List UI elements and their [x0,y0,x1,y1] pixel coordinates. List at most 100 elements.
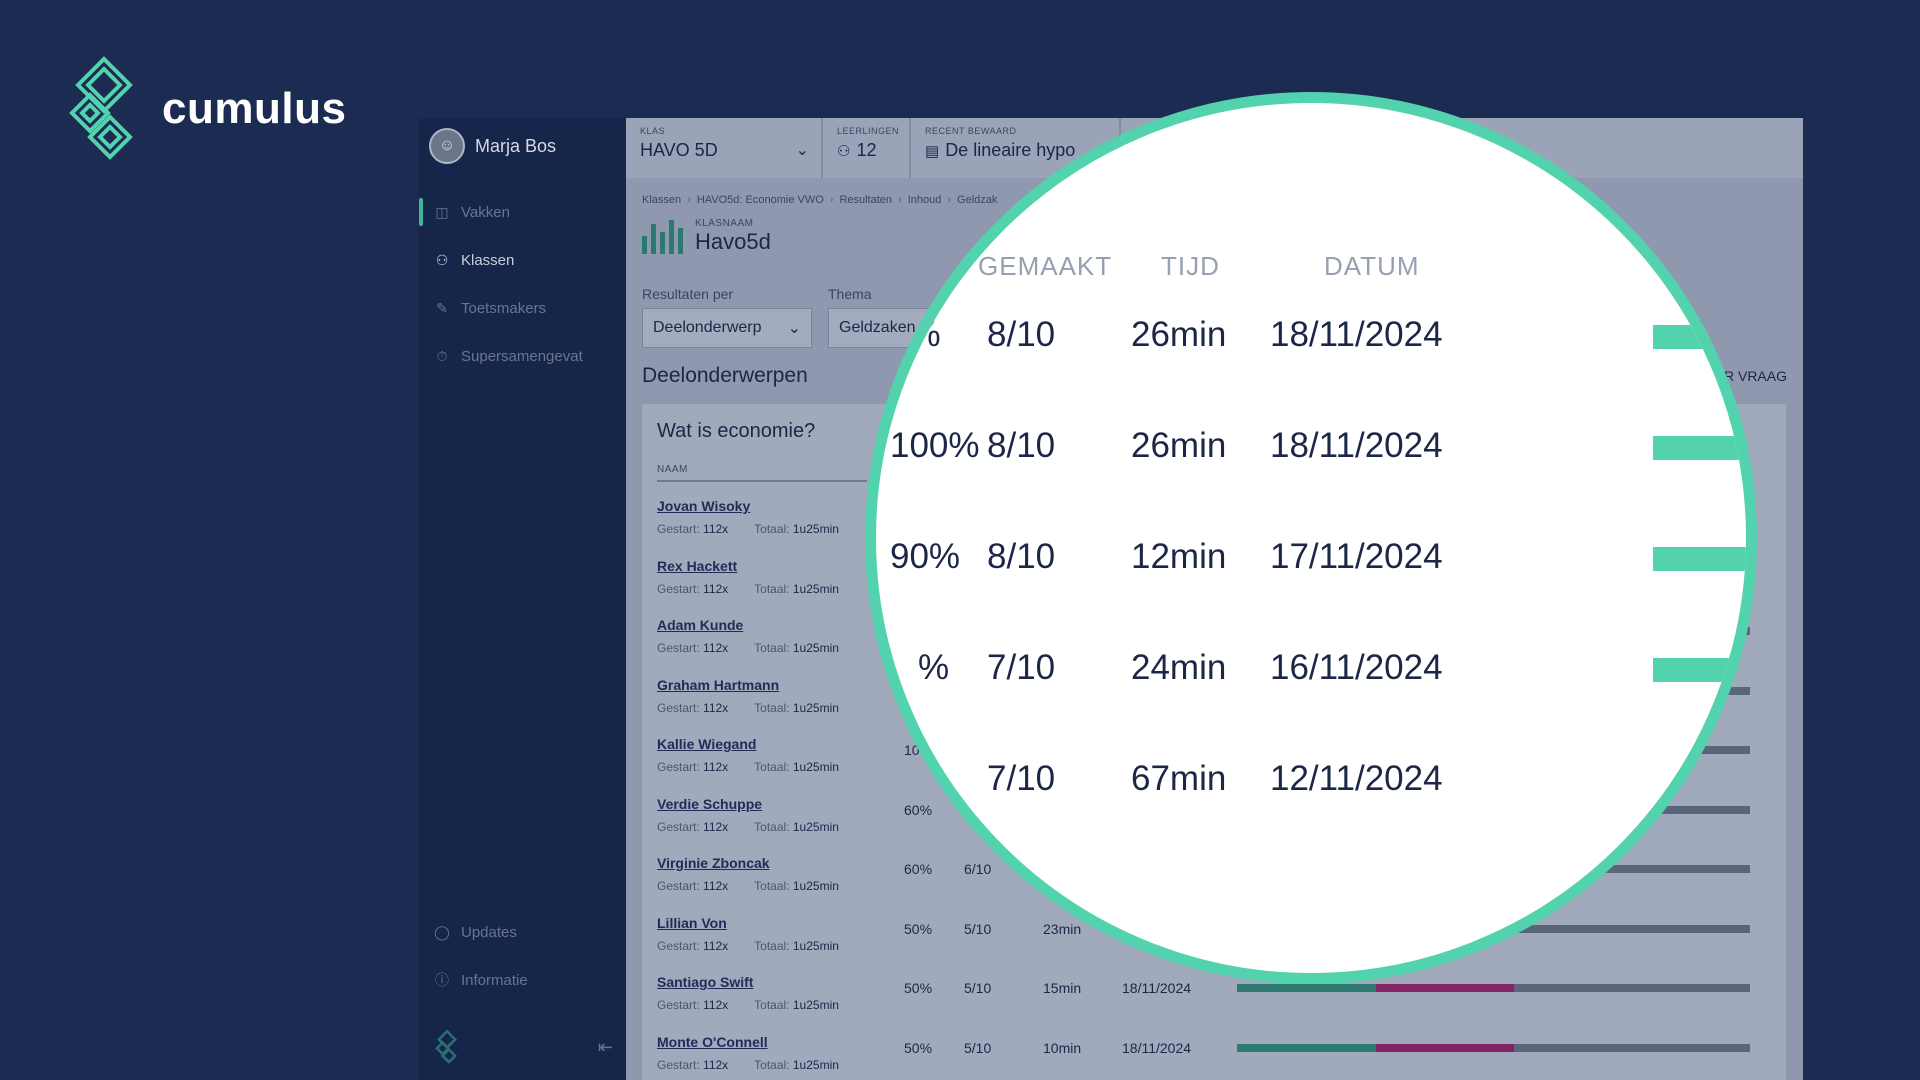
totaal-meta: Totaal: 1u25min [754,522,839,536]
time-spent: 10min [1043,1039,1082,1056]
class-header: KLASNAAM Havo5d [642,218,771,255]
user-name: Marja Bos [475,135,557,156]
totaal-meta: Totaal: 1u25min [754,938,839,953]
gestart-meta: Gestart: 112x [657,1057,729,1072]
gestart-meta: Gestart: 112x [657,760,729,774]
student-name-link[interactable]: Lillian Von [657,915,727,931]
card-title: Wat is economie? [657,420,816,442]
sidebar-footer: ⇤ [433,1030,613,1064]
info-icon: ⓘ [435,972,449,988]
gestart-meta: Gestart: 112x [657,522,729,536]
student-name-link[interactable]: Monte O'Connell [657,1034,768,1050]
progress-wrong-segment [1375,984,1514,992]
totaal-meta: Totaal: 1u25min [754,998,839,1012]
cumulus-small-logo-icon [435,1030,457,1064]
sidebar-item-label: Vakken [461,203,510,221]
gestart-meta: Gestart: 112x [657,938,729,953]
breadcrumb-item[interactable]: Klassen [642,194,681,206]
column-header-gemaakt: GEMAAKT [978,251,1113,281]
column-header-tijd: TIJD [1161,251,1220,281]
progress-correct-segment [1237,984,1376,992]
student-meta: Gestart: 112x Totaal: 1u25min [657,820,839,834]
student-name-link[interactable]: Rex Hackett [657,558,737,574]
resultaten-select[interactable]: Deelonderwerp ⌄ [642,308,812,348]
magnified-row: 90% 8/10 12min 17/11/2024 [876,537,1746,597]
totaal-meta: Totaal: 1u25min [754,581,839,596]
student-meta: Gestart: 112x Totaal: 1u25min [657,522,839,536]
totaal-meta: Totaal: 1u25min [754,641,839,655]
gestart-meta: Gestart: 112x [657,641,729,655]
magnified-percent: 0% [890,315,941,354]
cumulus-logo-icon [69,56,133,160]
magnified-row: 0% 8/10 26min 18/11/2024 [876,315,1746,375]
student-name-link[interactable]: Verdie Schuppe [657,796,762,812]
magnified-percent: 100% [890,426,980,465]
student-name-link[interactable]: Virginie Zboncak [657,855,770,871]
magnified-time: 67min [1131,759,1227,798]
student-meta: Gestart: 112x Totaal: 1u25min [657,760,839,774]
student-name-link[interactable]: Kallie Wiegand [657,736,756,752]
student-name-link[interactable]: Santiago Swift [657,974,753,990]
totaal-meta: Totaal: 1u25min [754,1057,839,1072]
student-name-link[interactable]: Graham Hartmann [657,677,779,693]
sidebar-item-toetsmakers[interactable]: ✎ Toetsmakers [419,284,626,332]
breadcrumb-separator-icon: › [829,194,834,206]
klas-selector[interactable]: KLAS HAVO 5D ⌄ [626,118,823,178]
date: 18/11/2024 [1122,980,1192,996]
brand-name: cumulus [162,84,347,133]
sidebar-nav: ◫ Vakken ⚇ Klassen ✎ Toetsmakers ⏱ Super… [419,188,626,380]
breadcrumb-item[interactable]: HAVO5d: Economie VWO [697,194,824,206]
leerlingen-value: 12 [856,140,877,160]
sidebar-item-klassen[interactable]: ⚇ Klassen [419,236,626,284]
sidebar-bottom-nav: ◯ Updates ⓘ Informatie [419,908,626,1004]
class-label: KLASNAAM [695,218,754,229]
progress-bar [1237,984,1750,992]
gestart-meta: Gestart: 112x [657,819,729,834]
magnified-date: 12/11/2024 [1270,759,1443,798]
progress-correct-segment [1237,1043,1376,1052]
sidebar-item-label: Toetsmakers [461,299,547,317]
magnified-made: 7/10 [987,759,1056,798]
user-profile[interactable]: ☺ Marja Bos [429,128,556,164]
active-indicator [419,198,423,226]
gestart-meta: Gestart: 112x [657,998,729,1012]
time-spent: 15min [1043,980,1082,996]
date: 18/11/2024 [1122,1039,1192,1056]
made-count: 5/10 [964,1039,992,1056]
magnified-progress-bar [1653,547,1746,571]
magnified-date: 18/11/2024 [1270,315,1443,354]
books-icon: ◫ [435,203,449,220]
timer-icon: ⏱ [436,347,448,364]
magnified-made: 8/10 [987,426,1056,465]
sidebar-item-supersamengevat[interactable]: ⏱ Supersamengevat [419,332,626,380]
magnified-progress-bar [1653,325,1746,349]
sidebar: ☺ Marja Bos ◫ Vakken ⚇ Klassen ✎ Toetsma… [419,118,626,1080]
class-name: Havo5d [695,229,771,254]
progress-wrong-segment [1375,1043,1514,1052]
chevron-down-icon: ⌄ [795,142,809,159]
student-name-link[interactable]: Adam Kunde [657,617,743,633]
table-row[interactable]: Monte O'Connell Gestart: 112x Totaal: 1u25… [657,1034,1767,1080]
sidebar-item-label: Supersamengevat [461,347,583,365]
sidebar-item-vakken[interactable]: ◫ Vakken [419,188,626,236]
collapse-sidebar-icon[interactable]: ⇤ [598,1037,613,1058]
student-meta: Gestart: 112x Totaal: 1u25min [657,879,839,893]
progress-bar [1237,1043,1750,1052]
sidebar-item-label: Updates [461,923,517,941]
magnified-made: 8/10 [987,537,1056,576]
magnified-table: GEMAAKT TIJD DATUM 0% 8/10 26min 18/11/2024… [876,103,1746,973]
magnifier-lens: GEMAAKT TIJD DATUM 0% 8/10 26min 18/11/2024… [865,92,1757,984]
table-row[interactable]: Santiago Swift Gestart: 112x Totaal: 1u25m… [657,974,1767,1034]
resultaten-label: Resultaten per [642,286,734,302]
breadcrumb-separator-icon: › [687,194,691,206]
column-header-datum: DATUM [1324,251,1420,281]
student-meta: Gestart: 112x Totaal: 1u25min [657,582,839,596]
magnified-time: 26min [1131,315,1227,354]
avatar[interactable]: ☺ [429,128,465,164]
student-name-link[interactable]: Jovan Wisoky [657,498,750,514]
student-meta: Gestart: 112x Totaal: 1u25min [657,641,839,655]
magnified-date: 18/11/2024 [1270,426,1443,465]
sidebar-item-updates[interactable]: ◯ Updates [419,908,626,956]
column-header-naam[interactable]: NAAM [657,464,867,482]
sidebar-item-informatie[interactable]: ⓘ Informatie [419,956,626,1004]
